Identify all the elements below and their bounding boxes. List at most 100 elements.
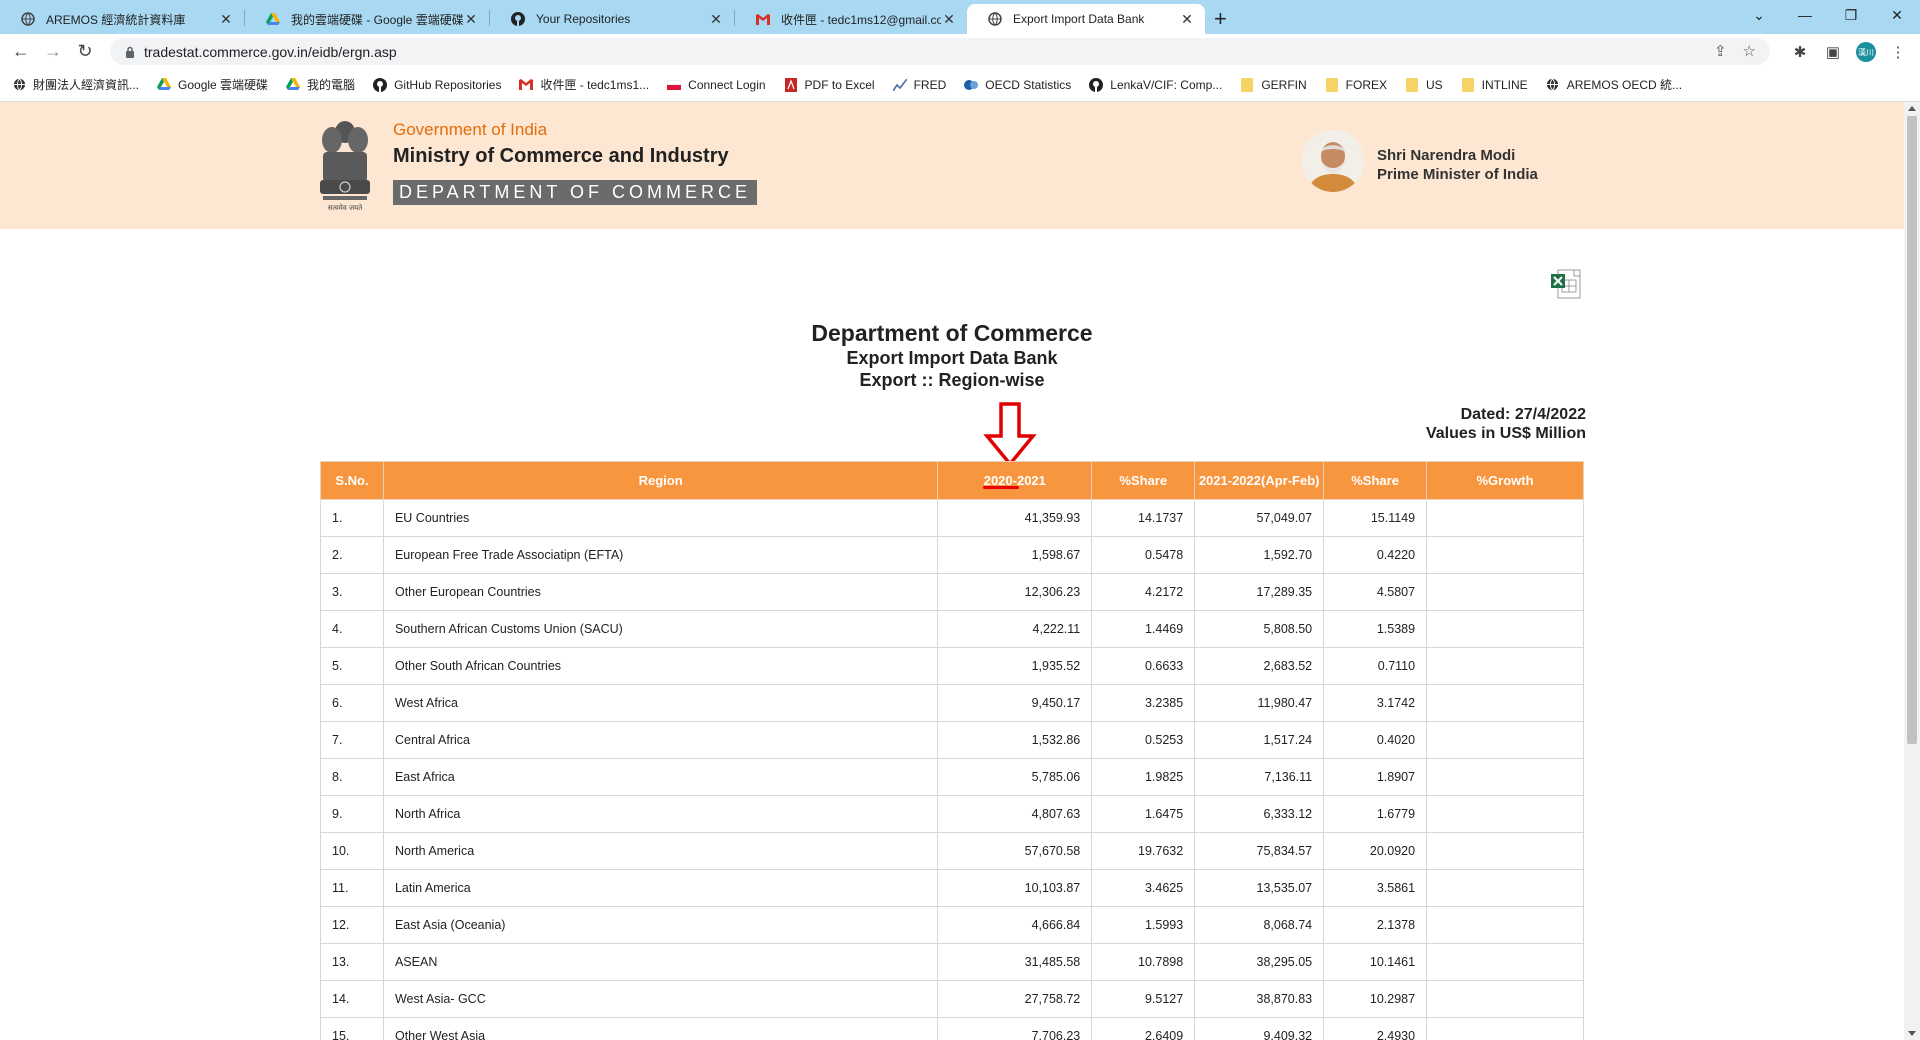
page-scrollbar[interactable] [1904,102,1920,1040]
github-icon [373,77,388,92]
bookmark-item[interactable]: FOREX [1325,77,1387,92]
scroll-up-arrow-icon[interactable] [1908,106,1916,111]
bookmark-star-icon[interactable]: ☆ [1743,42,1756,60]
bookmark-label: 我的電腦 [307,78,356,92]
restore-button[interactable]: ❐ [1828,0,1874,30]
cell-share-2021-2022: 4.5807 [1323,573,1428,611]
bookmark-item[interactable]: GitHub Repositories [373,77,502,92]
cell-value-2020-2021: 4,222.11 [937,610,1093,648]
red-arrow-annotation-icon [983,402,1037,466]
col-header-growth[interactable]: %Growth [1426,461,1584,500]
bookmark-item[interactable]: PDF to Excel [784,77,875,92]
bookmark-item[interactable]: Connect Login [667,78,766,92]
extensions-icon[interactable]: ✱ [1790,42,1810,62]
cell-share-2020-2021: 0.5253 [1091,721,1196,759]
tab-close-icon[interactable]: ✕ [463,11,479,28]
bookmark-item[interactable]: AREMOS OECD 統... [1546,76,1682,93]
cell-value-2020-2021: 4,807.63 [937,795,1093,833]
cell-value-2020-2021: 31,485.58 [937,943,1093,981]
cell-growth [1426,758,1584,796]
col-header-region[interactable]: Region [382,461,939,500]
cell-value-2020-2021: 41,359.93 [937,499,1093,537]
browser-tab-active[interactable]: Export Import Data Bank ✕ [967,4,1205,34]
table-row: 11. Latin America 10,103.87 3.4625 13,535.07… [320,869,1584,907]
tab-title: Your Repositories [536,12,631,26]
globe-icon [12,78,26,92]
cell-sno: 6. [320,684,384,722]
cell-region: East Asia (Oceania) [382,906,939,944]
col-header-2020-2021[interactable]: 2020-2021 [937,461,1093,500]
cell-share-2021-2022: 1.6779 [1323,795,1428,833]
profile-avatar[interactable]: 漢川 [1856,42,1876,62]
bookmark-item[interactable]: 收件匣 - tedc1ms1... [519,76,649,93]
cell-share-2020-2021: 1.6475 [1091,795,1196,833]
ministry-label: Ministry of Commerce and Industry [393,145,729,167]
minimize-button[interactable]: — [1782,0,1828,30]
browser-tab[interactable]: Your Repositories ✕ [490,4,734,34]
folder-icon [1405,77,1419,92]
scroll-down-arrow-icon[interactable] [1908,1031,1916,1036]
cell-value-2020-2021: 5,785.06 [937,758,1093,796]
bookmark-item[interactable]: 我的電腦 [286,76,355,93]
cell-sno: 1. [320,499,384,537]
col-header-sno[interactable]: S.No. [320,461,384,500]
cell-region: Other European Countries [382,573,939,611]
tab-close-icon[interactable]: ✕ [708,11,724,28]
table-row: 10. North America 57,670.58 19.7632 75,834.5… [320,832,1584,870]
tab-close-icon[interactable]: ✕ [941,11,957,28]
close-window-button[interactable]: ✕ [1874,0,1920,30]
cell-value-2021-2022: 2,683.52 [1194,647,1325,685]
cell-share-2021-2022: 0.7110 [1323,647,1428,685]
browser-tab[interactable]: 我的雲端硬碟 - Google 雲端硬碟 ✕ [245,4,489,34]
table-row: 12. East Asia (Oceania) 4,666.84 1.5993 8,06… [320,906,1584,944]
cell-share-2020-2021: 0.6633 [1091,647,1196,685]
folder-icon [1325,77,1339,92]
cell-region: West Africa [382,684,939,722]
cell-sno: 12. [320,906,384,944]
reload-button[interactable]: ↻ [73,39,97,63]
bookmark-item[interactable]: Google 雲端硬碟 [157,76,268,93]
side-panel-icon[interactable]: ▣ [1823,42,1843,62]
folder-icon [1240,77,1254,92]
address-bar[interactable]: tradestat.commerce.gov.in/eidb/ergn.asp … [110,38,1770,65]
cell-share-2020-2021: 3.4625 [1091,869,1196,907]
tab-search-icon[interactable]: ⌄ [1736,0,1782,30]
browser-tab[interactable]: 收件匣 - tedc1ms12@gmail.com ✕ [735,4,967,34]
cell-value-2021-2022: 5,808.50 [1194,610,1325,648]
cell-growth [1426,832,1584,870]
cell-share-2021-2022: 10.2987 [1323,980,1428,1018]
new-tab-button[interactable]: + [1214,6,1227,32]
col-header-share-1[interactable]: %Share [1091,461,1196,500]
forward-button[interactable]: → [41,39,65,63]
bookmark-item[interactable]: INTLINE [1461,77,1528,92]
cell-sno: 13. [320,943,384,981]
tab-close-icon[interactable]: ✕ [218,11,234,28]
excel-download-icon[interactable] [1550,268,1584,300]
scroll-thumb[interactable] [1907,116,1917,744]
site-header: सत्यमेव जयते Government of India Ministr… [0,102,1904,229]
bookmark-item[interactable]: LenkaV/CIF: Comp... [1089,77,1222,92]
cell-share-2021-2022: 1.5389 [1323,610,1428,648]
back-button[interactable]: ← [9,39,33,63]
menu-icon[interactable]: ⋮ [1888,42,1908,62]
col-header-2021-2022[interactable]: 2021-2022(Apr-Feb) [1194,461,1325,500]
cell-region: Other West Asia [382,1017,939,1040]
browser-tab-strip: AREMOS 經濟統計資料庫 ✕ 我的雲端硬碟 - Google 雲端硬碟 ✕ … [0,0,1920,34]
bookmark-label: GitHub Repositories [394,77,502,92]
cell-growth [1426,573,1584,611]
google-drive-icon [286,78,301,92]
bookmark-item[interactable]: US [1405,77,1443,92]
bookmark-item[interactable]: OECD Statistics [964,78,1071,92]
tab-title: AREMOS 經濟統計資料庫 [46,12,186,27]
bookmark-item[interactable]: 財團法人經濟資訊... [12,76,139,93]
col-header-share-2[interactable]: %Share [1323,461,1428,500]
bookmark-item[interactable]: GERFIN [1240,77,1307,92]
bookmark-label: GERFIN [1261,77,1307,92]
share-icon[interactable]: ⇪ [1714,42,1727,60]
tab-close-icon[interactable]: ✕ [1179,11,1195,28]
cell-share-2020-2021: 1.9825 [1091,758,1196,796]
cell-growth [1426,1017,1584,1040]
page-title: Department of Commerce [811,320,1093,346]
browser-tab[interactable]: AREMOS 經濟統計資料庫 ✕ [0,4,244,34]
bookmark-item[interactable]: FRED [892,78,946,92]
